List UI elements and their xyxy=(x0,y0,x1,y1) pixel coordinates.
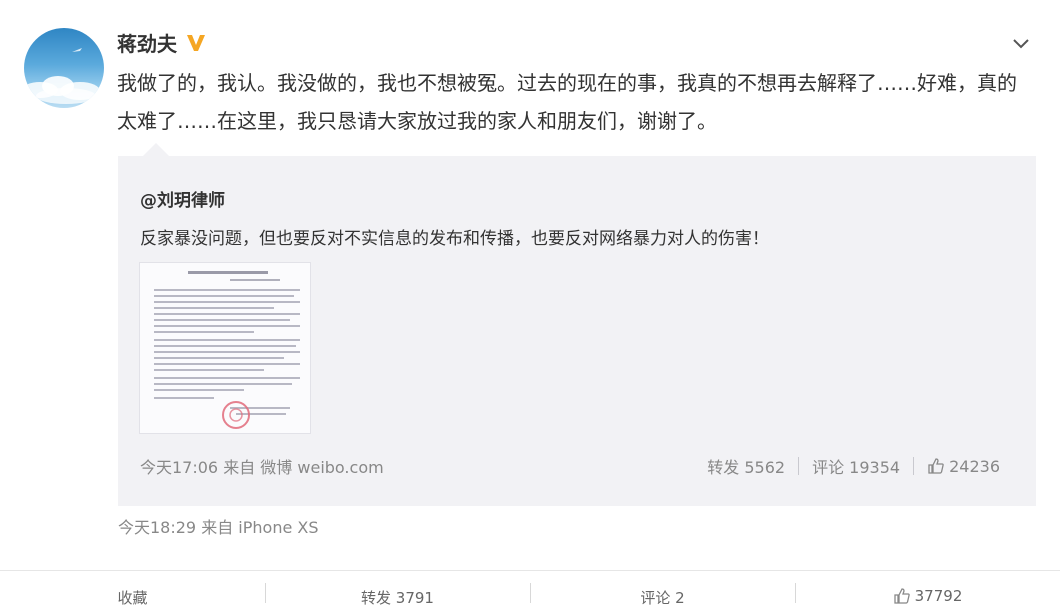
post-action-bar: 收藏 转发 3791 评论 2 37792 xyxy=(0,570,1060,611)
retweet-stats: 转发 5562 评论 19354 24236 xyxy=(707,454,1000,478)
document-page-image xyxy=(154,271,300,429)
retweet-card[interactable]: @刘玥律师 反家暴没问题，但也要反对不实信息的发布和传播，也要反对网络暴力对人的… xyxy=(118,156,1036,506)
post-time[interactable]: 今天18:29 xyxy=(118,518,196,537)
retweet-time[interactable]: 今天17:06 xyxy=(140,458,218,477)
chevron-down-icon[interactable] xyxy=(1010,32,1032,54)
author-name-text[interactable]: 蒋劲夫 xyxy=(117,28,177,57)
retweet-caret xyxy=(142,143,170,157)
retweet-meta: 今天17:06 来自 微博 weibo.com xyxy=(140,454,384,478)
thumbs-up-icon xyxy=(893,588,910,604)
post-meta: 今天18:29 来自 iPhone XS xyxy=(118,514,319,538)
avatar-image xyxy=(24,48,100,104)
retweet-comment-link[interactable]: 评论 19354 xyxy=(812,454,900,478)
retweet-like-link[interactable]: 24236 xyxy=(927,457,1000,476)
retweet-repost-link[interactable]: 转发 5562 xyxy=(707,454,785,478)
avatar[interactable] xyxy=(24,28,104,108)
stats-divider xyxy=(913,457,915,475)
retweet-author[interactable]: @刘玥律师 xyxy=(140,186,225,211)
retweet-like-count: 24236 xyxy=(949,456,1000,476)
retweet-source[interactable]: 来自 微博 weibo.com xyxy=(223,458,383,477)
comment-label: 评论 2 xyxy=(640,589,685,607)
like-count: 37792 xyxy=(914,587,963,605)
retweet-text: 反家暴没问题，但也要反对不实信息的发布和传播，也要反对网络暴力对人的伤害！ xyxy=(140,229,769,249)
repost-button[interactable]: 转发 3791 xyxy=(265,571,530,611)
post-source[interactable]: 来自 iPhone XS xyxy=(201,518,318,537)
stats-divider xyxy=(798,457,800,475)
favorite-label: 收藏 xyxy=(117,589,148,607)
like-button[interactable]: 37792 xyxy=(795,571,1060,611)
author-name[interactable]: 蒋劲夫 xyxy=(117,28,207,57)
repost-label: 转发 3791 xyxy=(361,589,434,607)
post-text: 我做了的，我认。我没做的，我也不想被冤。过去的现在的事，我真的不想再去解释了……… xyxy=(117,71,1017,133)
thumbs-up-icon xyxy=(928,457,944,474)
comment-button[interactable]: 评论 2 xyxy=(530,571,795,611)
verified-v-icon xyxy=(187,34,205,51)
document-thumbnail[interactable] xyxy=(140,263,310,433)
favorite-button[interactable]: 收藏 xyxy=(0,571,265,611)
